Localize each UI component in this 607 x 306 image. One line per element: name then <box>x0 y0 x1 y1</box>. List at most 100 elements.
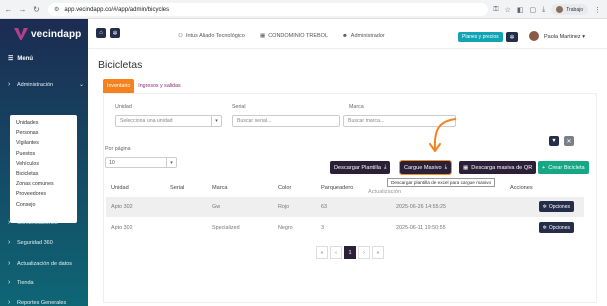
sidebar-item-seguridad[interactable]: › Seguridad 360 <box>8 239 86 246</box>
download-template-label: Descargar Plantilla <box>334 165 381 171</box>
options-button[interactable]: ✲ Opciones <box>539 222 574 233</box>
download-icon[interactable]: ⤓ <box>542 6 545 14</box>
brand-placeholder: Buscar marca... <box>348 118 384 124</box>
browser-actions: ⚿ ☆ ◧ ▢ ⤓ Trabajo ⋮ <box>493 3 601 16</box>
chevron-right-icon: › <box>8 219 14 226</box>
handshake-icon: ⚇ <box>178 33 183 39</box>
extension-icon[interactable]: ◧ <box>517 6 524 14</box>
sidebar-item-administracion[interactable]: › Administración ⌄ <box>8 81 86 88</box>
role-text: Administrador <box>351 33 385 39</box>
menu-toggle[interactable]: ☰ Menú <box>8 55 33 62</box>
table-header: Unidad Serial Marca Color Parqueadero Ac… <box>106 183 591 195</box>
avatar[interactable] <box>529 31 539 41</box>
table-row: Apto 302 Specialized Negro 3 2025-06-11 … <box>106 218 584 238</box>
download-icon: ⤓ <box>384 164 386 171</box>
cell-brand: Specialized <box>212 225 240 231</box>
column-header-acciones: Acciones <box>510 185 533 191</box>
profile-button[interactable]: Trabajo <box>551 4 588 15</box>
clear-filters-button[interactable]: ✕ <box>564 136 574 146</box>
key-icon[interactable]: ⚿ <box>493 6 498 14</box>
sidebar-item-reportes[interactable]: › Reportes Generales <box>8 299 86 306</box>
upload-icon: ⤓ <box>445 164 447 171</box>
plus-icon: + <box>542 165 545 171</box>
submenu-item-consejo[interactable]: Consejo <box>10 200 77 210</box>
create-bicycle-button[interactable]: + Crear Bicicleta <box>538 161 589 174</box>
column-header-actualizacion: Actualización <box>368 189 401 195</box>
gears-icon: ✲ <box>543 204 547 210</box>
forward-icon[interactable]: → <box>17 4 28 15</box>
building-icon: ▦ <box>260 33 265 39</box>
site-info-icon[interactable]: ⚙ <box>54 6 59 13</box>
options-button[interactable]: ✲ Opciones <box>539 201 574 212</box>
cell-unit: Apto 302 <box>111 204 133 210</box>
main-content: Bicicletas Inventario Ingresos y salidas… <box>88 49 607 306</box>
submenu-item-unidades[interactable]: Unidades <box>10 118 77 128</box>
per-page-select[interactable]: 10 ▾ <box>105 157 177 168</box>
chevron-right-icon: › <box>8 81 14 88</box>
cell-color: Rojo <box>278 204 289 210</box>
submenu-item-vigilantes[interactable]: Vigilantes <box>10 138 77 148</box>
submenu-item-bicicletas[interactable]: Bicicletas <box>10 169 77 179</box>
sidebar-item-label: Comunicaciones <box>17 220 58 226</box>
user-menu[interactable]: Paola Martinez ▾ <box>544 34 585 40</box>
serial-input[interactable]: Buscar serial... <box>232 115 340 127</box>
admin-submenu: Unidades Personas Vigilantes Puestos Veh… <box>10 115 77 223</box>
sidebar-item-comunicaciones[interactable]: › Comunicaciones <box>8 219 86 226</box>
close-icon: ✕ <box>566 138 571 145</box>
sidebar-item-tienda[interactable]: › Tienda <box>8 279 86 286</box>
submenu-item-vehiculos[interactable]: Vehículos <box>10 159 77 169</box>
back-icon[interactable]: ← <box>3 4 14 15</box>
caret-down-icon: ▾ <box>166 158 176 167</box>
more-menu-icon[interactable]: ⋮ <box>594 6 601 14</box>
page-title: Bicicletas <box>98 59 142 71</box>
user-icon: ☻ <box>342 33 348 39</box>
download-qr-label: Descarga masiva de QR <box>471 165 532 171</box>
cell-updated: 2025-06-11 19:50:55 <box>396 225 446 231</box>
menu-label: Menú <box>17 56 33 62</box>
last-page-button[interactable]: » <box>372 246 384 259</box>
brand-logo[interactable]: vecindapp <box>14 28 81 40</box>
submenu-item-proveedores[interactable]: Proveedores <box>10 189 77 199</box>
first-page-button[interactable]: « <box>316 246 328 259</box>
reload-icon[interactable]: ↻ <box>31 4 42 15</box>
options-label: Opciones <box>549 225 570 231</box>
tab-ingresos-salidas[interactable]: Ingresos y salidas <box>134 79 184 93</box>
tab-inventario[interactable]: Inventario <box>103 79 134 93</box>
logo-v-icon <box>14 28 28 40</box>
prev-page-button[interactable]: ‹ <box>330 246 342 259</box>
condominium-info: ▦ CONDOMINIO TREBOL <box>260 33 328 39</box>
star-icon[interactable]: ☆ <box>505 6 511 14</box>
column-header-marca: Marca <box>212 185 228 191</box>
profile-label: Trabajo <box>566 7 583 13</box>
annotation-arrow <box>424 117 464 157</box>
sidebar: vecindapp ☰ Menú › Administración ⌄ Unid… <box>0 19 88 306</box>
next-page-button[interactable]: › <box>358 246 370 259</box>
column-header-serial: Serial <box>170 185 184 191</box>
plans-button[interactable]: Planes y precios <box>458 32 503 42</box>
per-page-value: 10 <box>109 160 115 166</box>
unit-select-placeholder: Selecciona una unidad <box>120 118 173 124</box>
download-qr-button[interactable]: ▦ Descarga masiva de QR <box>459 161 536 174</box>
settings-shortcut-button[interactable]: ✲ <box>110 28 120 38</box>
submenu-item-personas[interactable]: Personas <box>10 128 77 138</box>
bulk-upload-button[interactable]: Cargue Masivo ⤓ <box>400 161 451 174</box>
page-button-current[interactable]: 1 <box>344 246 356 259</box>
role-info: ☻ Administrador <box>342 33 385 39</box>
sidebar-panel-icon[interactable]: ▢ <box>529 6 536 14</box>
cell-updated: 2025-06-26 14:55:25 <box>396 204 446 210</box>
cell-parking: 3 <box>321 225 324 231</box>
submenu-item-zonas-comunes[interactable]: Zonas comunes <box>10 179 77 189</box>
cell-brand: Gw <box>212 204 220 210</box>
brand-name: vecindapp <box>31 29 81 40</box>
submenu-item-puestos[interactable]: Puestos <box>10 149 77 159</box>
filter-button[interactable]: ▼ <box>549 136 559 146</box>
download-template-button[interactable]: Descargar Plantilla ⤓ <box>330 161 390 174</box>
create-bicycle-label: Crear Bicicleta <box>548 165 584 171</box>
sidebar-item-label: Seguridad 360 <box>17 240 53 246</box>
unit-select[interactable]: Selecciona una unidad ▾ <box>115 115 222 127</box>
sidebar-item-actualizacion[interactable]: › Actualización de datos <box>8 260 86 267</box>
home-button[interactable]: ⌂ <box>96 28 106 38</box>
config-button[interactable]: ✲ <box>506 32 518 42</box>
caret-down-icon: ▾ <box>582 34 585 40</box>
address-bar[interactable]: ⚙ app.vecindapp.co/#/app/admin/bicycles <box>48 3 488 16</box>
